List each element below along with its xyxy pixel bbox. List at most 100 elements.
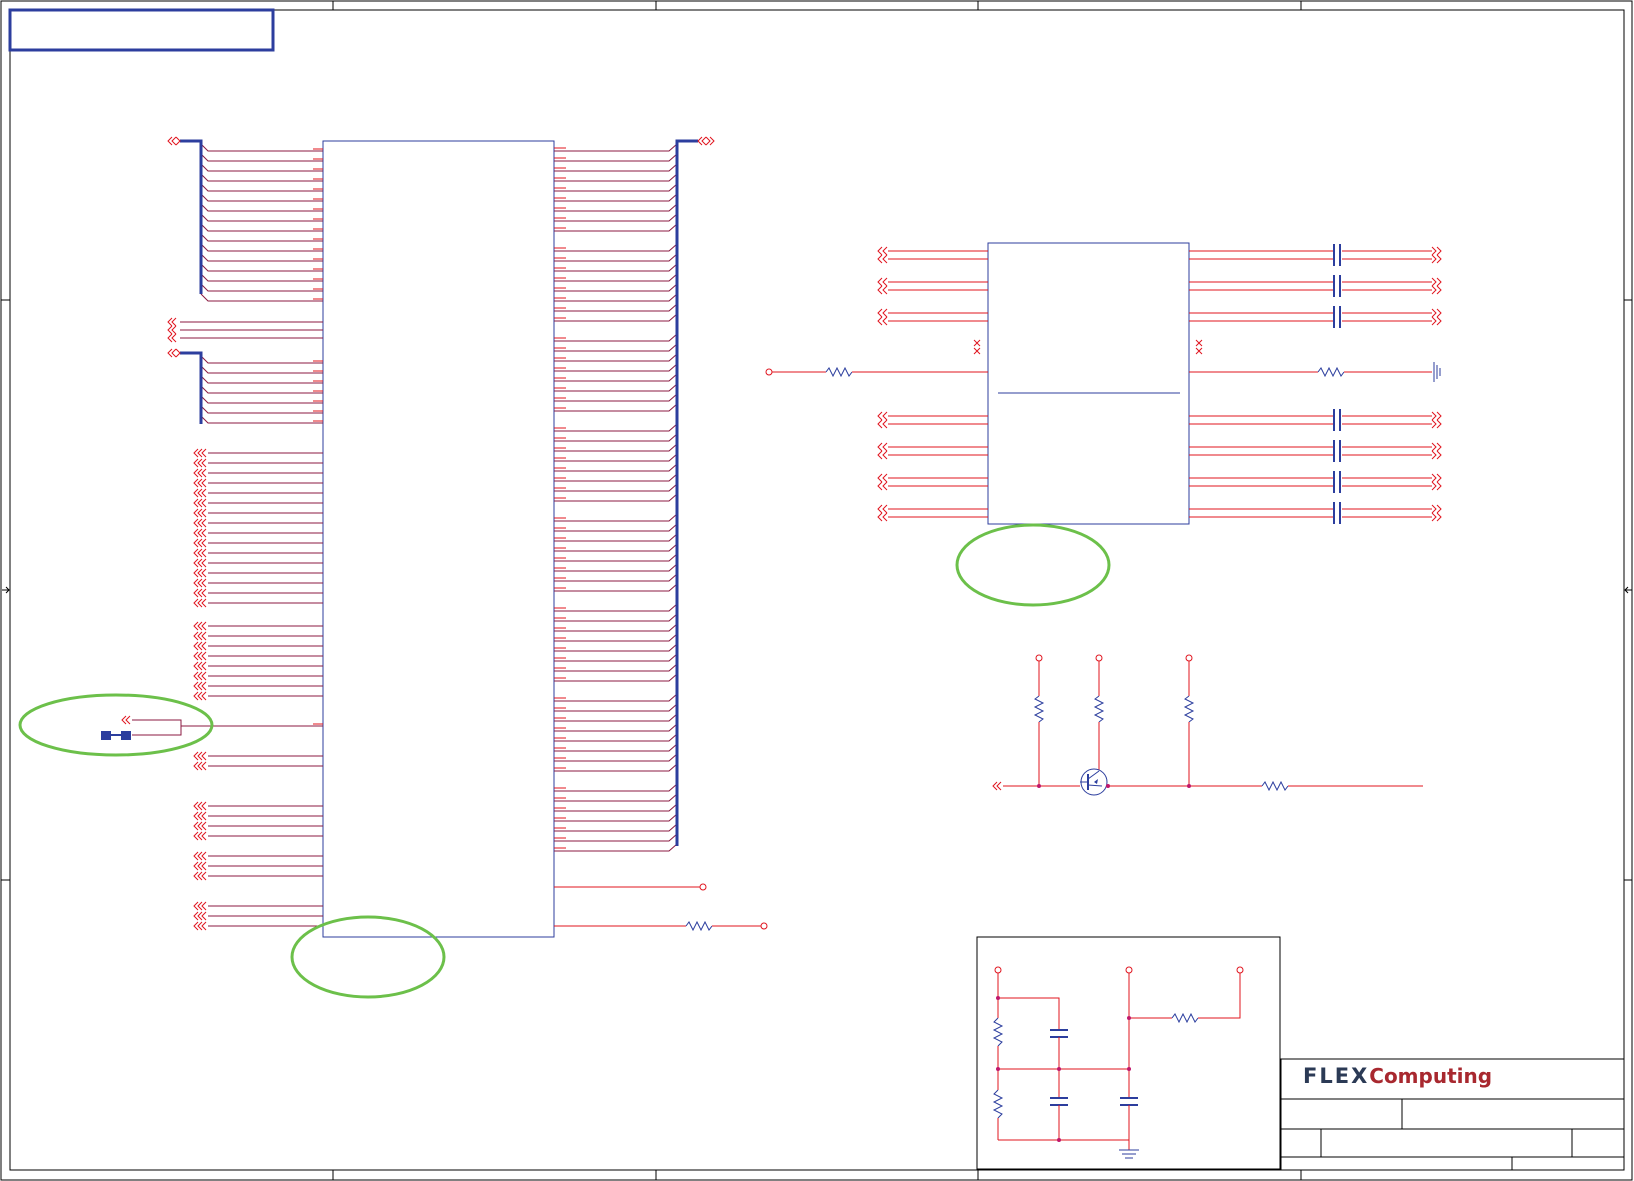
bus-entry-left bbox=[200, 405, 323, 414]
bus-entry-right bbox=[554, 653, 678, 662]
lane-input-connector bbox=[877, 285, 888, 295]
ac-coupling-capacitor bbox=[1333, 502, 1341, 524]
offpage-connector bbox=[193, 468, 207, 478]
highlight-left-pin-area bbox=[18, 693, 214, 757]
bus-entry-right bbox=[554, 403, 678, 412]
resistor-term bbox=[1317, 366, 1345, 378]
offpage-connector bbox=[193, 911, 207, 921]
bus-entry-right bbox=[554, 813, 678, 822]
bus-entry-right bbox=[554, 243, 678, 252]
bus-entry-left bbox=[200, 253, 323, 262]
offpage-connector bbox=[193, 871, 207, 881]
bus-entry-left bbox=[200, 223, 323, 232]
bus-entry-right bbox=[554, 203, 678, 212]
bus-entry-right bbox=[554, 573, 678, 582]
bus-entry-right bbox=[554, 563, 678, 572]
bus-entry-right bbox=[554, 583, 678, 592]
pullup-resistor-3 bbox=[1183, 695, 1195, 723]
offpage-connector bbox=[193, 761, 207, 771]
main-ic-misc-outputs bbox=[554, 883, 768, 932]
bus-entry-right bbox=[554, 513, 678, 522]
bus-entry-right bbox=[554, 423, 678, 432]
bus-entry-right bbox=[554, 613, 678, 622]
lane-input-connector bbox=[877, 442, 888, 452]
test-point-vcc1 bbox=[1035, 654, 1043, 662]
lane-input-connector bbox=[877, 473, 888, 483]
bus-entry-left bbox=[200, 293, 323, 302]
schematic-sheet bbox=[0, 0, 1633, 1181]
offpage-connector bbox=[193, 458, 207, 468]
bus-entry-right bbox=[554, 473, 678, 482]
bus-entry-right bbox=[554, 393, 678, 402]
lane-input-connector bbox=[877, 254, 888, 264]
offpage-connector bbox=[193, 498, 207, 508]
bus-entry-right bbox=[554, 553, 678, 562]
ac-coupling-capacitor bbox=[1333, 440, 1341, 462]
bus-entry-right bbox=[554, 603, 678, 612]
bus-entry-left bbox=[200, 163, 323, 172]
offpage-connector bbox=[193, 568, 207, 578]
bus-entry-right bbox=[554, 713, 678, 722]
offpage-connector bbox=[193, 901, 207, 911]
resistor-series-out bbox=[685, 920, 713, 932]
bus-entry-right bbox=[554, 803, 678, 812]
ac-coupling-capacitor bbox=[1333, 244, 1341, 266]
lane-output-connector bbox=[1431, 504, 1442, 514]
bus-entry-left bbox=[200, 193, 323, 202]
bus-entry-right bbox=[554, 833, 678, 842]
bus-entry-right bbox=[554, 443, 678, 452]
bus-entry-left bbox=[200, 395, 323, 404]
lane-output-connector bbox=[1431, 450, 1442, 460]
offpage-connector bbox=[193, 851, 207, 861]
resistor-bias bbox=[825, 366, 853, 378]
bus-entry-right bbox=[554, 693, 678, 702]
test-point-vcc3 bbox=[1185, 654, 1193, 662]
rc-resistor-bottom bbox=[992, 1089, 1004, 1119]
logo-brand-part2: Computing bbox=[1369, 1064, 1493, 1088]
offpage-connector bbox=[193, 488, 207, 498]
offpage-connector bbox=[193, 588, 207, 598]
bus-entry-left bbox=[200, 273, 323, 282]
bus-entry-right bbox=[554, 183, 678, 192]
offpage-connector bbox=[193, 861, 207, 871]
offpage-connector bbox=[193, 821, 207, 831]
offpage-connector bbox=[193, 518, 207, 528]
bus-entry-left bbox=[200, 385, 323, 394]
ground-symbol-term bbox=[1433, 362, 1441, 382]
bus-entry-right bbox=[554, 333, 678, 342]
test-point-vcc2 bbox=[1095, 654, 1103, 662]
bus-entry-left bbox=[200, 153, 323, 162]
bus-entry-left bbox=[200, 375, 323, 384]
rc-capacitor-2 bbox=[1050, 1097, 1068, 1106]
title-box bbox=[8, 8, 275, 52]
rc-resistor-top bbox=[992, 1017, 1004, 1047]
bus-entry-right bbox=[554, 433, 678, 442]
bus-entry-right bbox=[554, 783, 678, 792]
transceiver-ic-body bbox=[987, 242, 1190, 525]
jumper-pad-right bbox=[121, 731, 131, 740]
bus-entry-right bbox=[554, 463, 678, 472]
ac-coupling-capacitor bbox=[1333, 409, 1341, 431]
bus-entry-right bbox=[554, 303, 678, 312]
bus-entry-left bbox=[200, 365, 323, 374]
offpage-connector bbox=[193, 641, 207, 651]
bus-entry-right bbox=[554, 353, 678, 362]
bus-entry-right bbox=[554, 493, 678, 502]
offpage-connector bbox=[193, 921, 207, 931]
bus-entry-right bbox=[554, 453, 678, 462]
jumper-pad-left bbox=[101, 731, 111, 740]
test-point-out1 bbox=[699, 883, 707, 891]
transceiver-bias bbox=[765, 339, 1441, 382]
offpage-connector bbox=[193, 478, 207, 488]
lane-output-connector bbox=[1431, 481, 1442, 491]
rc-capacitor-3 bbox=[1120, 1097, 1138, 1106]
bus-entry-right bbox=[554, 163, 678, 172]
transceiver-lanes bbox=[877, 244, 1442, 524]
lane-output-connector bbox=[1431, 419, 1442, 429]
rc-capacitor-1 bbox=[1050, 1029, 1068, 1038]
logo-brand-part1: FLEX bbox=[1303, 1064, 1370, 1088]
bus-entry-right bbox=[554, 313, 678, 322]
bus-entry-right bbox=[554, 143, 678, 152]
right-bus-entries bbox=[554, 143, 678, 852]
bus-entry-right bbox=[554, 633, 678, 642]
